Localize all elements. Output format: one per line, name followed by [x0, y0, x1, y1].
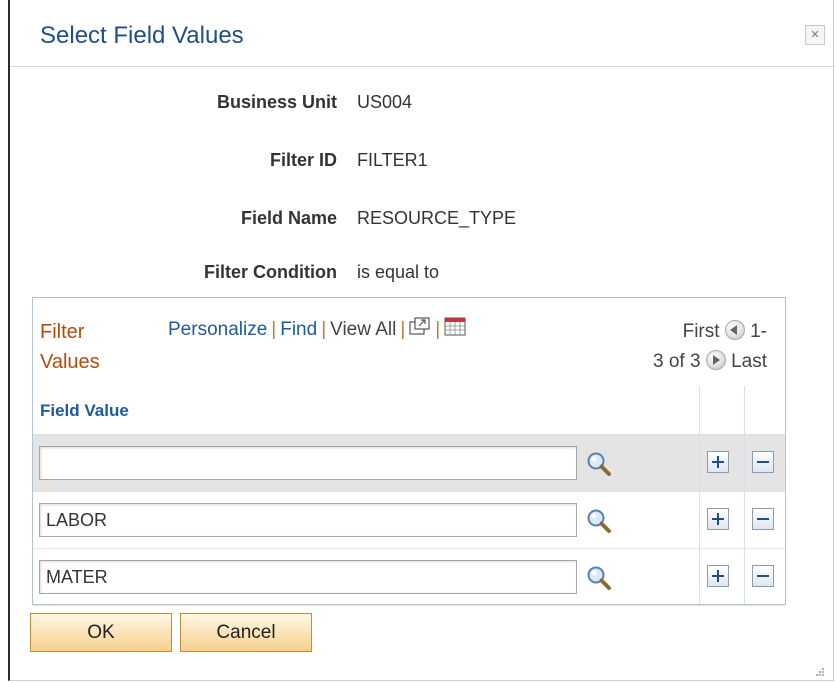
filter-condition-row: Filter Condition is equal to — [10, 262, 833, 286]
separator: | — [321, 319, 327, 340]
first-label: First — [682, 321, 720, 342]
add-row-button[interactable] — [707, 508, 729, 530]
last-label: Last — [731, 351, 767, 372]
filter-id-label: Filter ID — [269, 150, 337, 170]
business-unit-label: Business Unit — [216, 92, 337, 112]
field-name-label: Field Name — [240, 208, 337, 228]
column-divider — [744, 386, 745, 604]
select-field-values-dialog: Select Field Values × Business Unit US00… — [8, 0, 834, 681]
column-divider — [699, 386, 700, 604]
table-row — [33, 549, 785, 606]
delete-row-button[interactable] — [752, 565, 774, 587]
delete-row-button[interactable] — [752, 451, 774, 473]
resize-grip-icon[interactable] — [815, 664, 825, 676]
business-unit-row: Business Unit US004 — [10, 92, 833, 116]
delete-row-button[interactable] — [752, 508, 774, 530]
table-row — [33, 435, 785, 492]
filter-values-grid: Filter Values Personalize | Find | View All |… — [32, 297, 786, 606]
range-label-part1: 1- — [750, 321, 767, 342]
add-row-button[interactable] — [707, 565, 729, 587]
field-name-value: RESOURCE_TYPE — [357, 208, 517, 228]
grid-title: Filter Values — [40, 321, 100, 373]
lookup-icon[interactable] — [584, 564, 614, 592]
column-header-row: Field Value — [33, 386, 785, 435]
filter-id-row: Filter ID FILTER1 — [10, 150, 833, 174]
range-label-part2: 3 of 3 — [652, 351, 701, 372]
grid-header: Filter Values Personalize | Find | View All |… — [33, 298, 785, 387]
separator: | — [271, 319, 277, 340]
view-all-link[interactable]: View All — [330, 319, 396, 340]
filter-condition-label: Filter Condition — [204, 262, 337, 282]
close-button[interactable]: × — [805, 25, 825, 45]
table-row — [33, 492, 785, 549]
field-value-input[interactable] — [39, 560, 577, 594]
filter-id-value: FILTER1 — [357, 150, 428, 170]
field-name-row: Field Name RESOURCE_TYPE — [10, 208, 833, 232]
find-link[interactable]: Find — [280, 319, 317, 340]
business-unit-value: US004 — [357, 92, 413, 112]
grid-nav-links: Personalize | Find | View All | | — [168, 317, 466, 343]
dialog-titlebar: Select Field Values × — [10, 0, 833, 67]
separator: | — [435, 319, 441, 340]
previous-arrow-icon[interactable] — [724, 320, 745, 340]
separator: | — [400, 319, 406, 340]
ok-button[interactable]: OK — [30, 613, 172, 652]
cancel-button[interactable]: Cancel — [180, 613, 312, 652]
next-arrow-icon[interactable] — [705, 350, 726, 370]
spreadsheet-download-icon[interactable] — [444, 317, 466, 343]
close-icon: × — [810, 26, 820, 43]
field-value-input[interactable] — [39, 446, 577, 480]
lookup-icon[interactable] — [584, 507, 614, 535]
dialog-title: Select Field Values — [40, 22, 244, 49]
filter-condition-value: is equal to — [357, 262, 440, 282]
add-row-button[interactable] — [707, 451, 729, 473]
field-value-input[interactable] — [39, 503, 577, 537]
grid-pager: First 1- 3 of 3 Last — [627, 317, 767, 377]
lookup-icon[interactable] — [584, 450, 614, 478]
new-window-icon[interactable] — [409, 317, 431, 343]
personalize-link[interactable]: Personalize — [168, 319, 267, 340]
field-value-column-header: Field Value — [40, 401, 129, 420]
